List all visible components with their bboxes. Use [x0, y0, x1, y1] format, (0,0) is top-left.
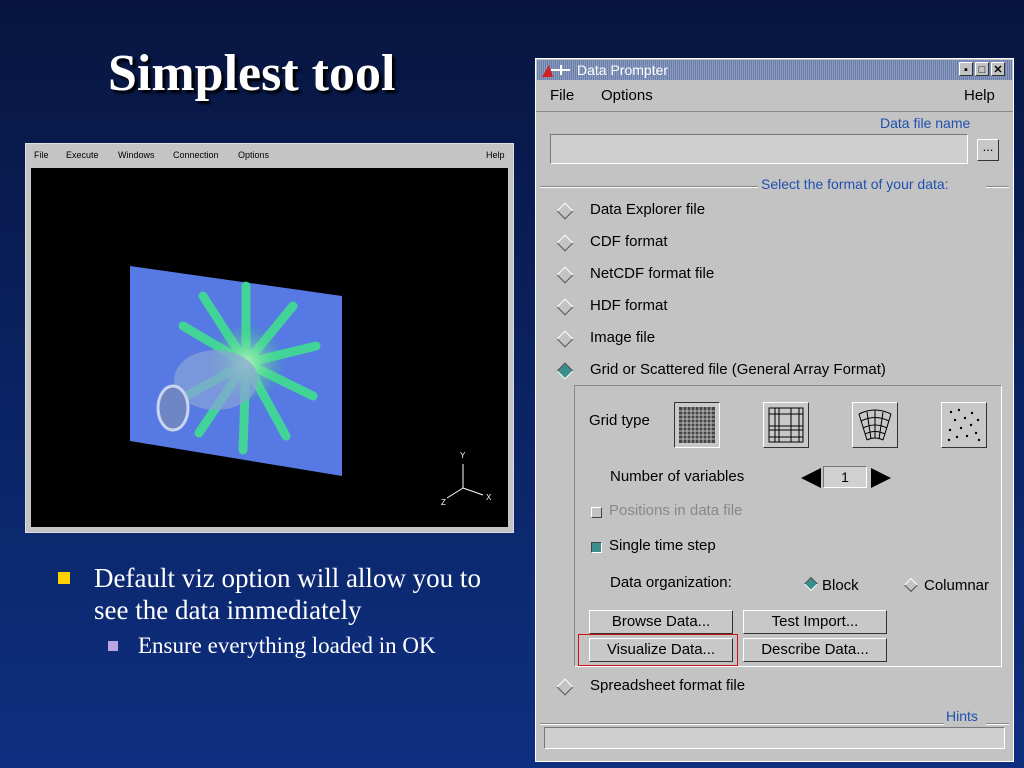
data-organization-label: Data organization: — [610, 574, 732, 591]
cylinder-end — [156, 384, 190, 432]
radio-diamond-selected-icon — [556, 362, 574, 380]
radio-diamond-icon — [556, 266, 574, 284]
minimize-button[interactable]: ▪ — [959, 62, 973, 76]
block-radio-icon[interactable] — [803, 576, 819, 592]
radio-diamond-icon — [556, 234, 574, 252]
app-logo-icon — [542, 65, 570, 77]
hints-label: Hints — [946, 708, 978, 724]
grid-type-regular-button[interactable] — [674, 402, 720, 448]
sub-bullet-square-icon — [108, 641, 118, 651]
browse-data-button[interactable]: Browse Data... — [589, 610, 733, 634]
bullet-square-icon — [58, 572, 70, 584]
close-button[interactable]: ✕ — [991, 62, 1005, 76]
test-import-button[interactable]: Test Import... — [743, 610, 887, 634]
menu-options[interactable]: Options — [601, 87, 653, 104]
image-viewer-window: File Execute Windows Connection Options … — [25, 143, 514, 533]
columnar-radio-icon[interactable] — [903, 577, 919, 593]
regular-grid-icon — [679, 407, 715, 443]
format-section-label: Select the format of your data: — [761, 176, 949, 192]
file-browse-button[interactable]: ... — [977, 139, 999, 161]
bullet-text: Default viz option will allow you to see… — [94, 563, 481, 625]
decrement-arrow-icon[interactable] — [801, 468, 821, 488]
data-file-name-input[interactable] — [550, 134, 968, 164]
render-canvas[interactable]: Y Z X — [31, 168, 508, 527]
menu-bar: File Options Help — [536, 83, 1013, 112]
divider — [986, 723, 1009, 725]
scattered-points-icon — [947, 408, 981, 442]
axis-label-x: X — [486, 493, 492, 502]
describe-data-button[interactable]: Describe Data... — [743, 638, 887, 662]
data-prompter-window: Data Prompter ▪ □ ✕ File Options Help Da… — [535, 58, 1014, 762]
number-of-variables-value[interactable]: 1 — [823, 466, 867, 488]
radio-diamond-icon — [556, 298, 574, 316]
single-time-step-label: Single time step — [609, 537, 716, 554]
grid-type-curvilinear-button[interactable] — [852, 402, 898, 448]
radio-diamond-icon — [556, 330, 574, 348]
axis-label-z: Z — [441, 498, 446, 507]
data-file-name-label: Data file name — [880, 115, 971, 131]
axis-triad-icon — [446, 464, 484, 499]
viewer-menu-file[interactable]: File — [34, 150, 49, 160]
sub-bullet-text: Ensure everything loaded in OK — [138, 633, 436, 658]
columnar-radio-label[interactable]: Columnar — [924, 577, 989, 594]
curvilinear-grid-icon — [858, 409, 892, 441]
axis-label-y: Y — [460, 451, 466, 460]
number-of-variables-label: Number of variables — [610, 468, 745, 485]
deformed-grid-icon — [768, 407, 804, 443]
maximize-button[interactable]: □ — [975, 62, 989, 76]
divider — [540, 723, 944, 725]
radio-diamond-icon — [556, 678, 574, 696]
block-radio-label[interactable]: Block — [822, 577, 859, 594]
grid-type-label: Grid type — [589, 412, 650, 429]
single-time-step-checkbox[interactable] — [591, 542, 602, 553]
positions-checkbox[interactable] — [591, 507, 602, 518]
grid-type-deformed-button[interactable] — [763, 402, 809, 448]
viewer-menu-help[interactable]: Help — [486, 150, 505, 160]
bullet-item: Default viz option will allow you to see… — [58, 562, 508, 626]
menu-help[interactable]: Help — [964, 87, 995, 104]
viewer-menu-options[interactable]: Options — [238, 150, 269, 160]
hints-field — [544, 727, 1005, 749]
radio-diamond-icon — [556, 202, 574, 220]
positions-label: Positions in data file — [609, 502, 743, 519]
sub-bullet-item: Ensure everything loaded in OK — [108, 632, 508, 660]
divider — [986, 186, 1009, 188]
viewer-menu-execute[interactable]: Execute — [66, 150, 99, 160]
divider — [540, 186, 758, 188]
bullet-list: Default viz option will allow you to see… — [58, 562, 508, 660]
title-bar[interactable]: Data Prompter ▪ □ ✕ — [537, 60, 1012, 80]
rendered-visualization — [130, 266, 484, 499]
grid-type-scattered-button[interactable] — [941, 402, 987, 448]
slide-title: Simplest tool — [108, 45, 396, 102]
viewer-menu-connection[interactable]: Connection — [173, 150, 219, 160]
general-array-options-panel: Grid type Number of variables 1 Position… — [574, 385, 1002, 667]
viewer-menu-bar: File Execute Windows Connection Options … — [26, 144, 513, 166]
increment-arrow-icon[interactable] — [871, 468, 891, 488]
menu-file[interactable]: File — [550, 87, 574, 104]
window-title: Data Prompter — [577, 62, 669, 78]
visualize-data-button[interactable]: Visualize Data... — [589, 638, 733, 662]
viewer-menu-windows[interactable]: Windows — [118, 150, 155, 160]
